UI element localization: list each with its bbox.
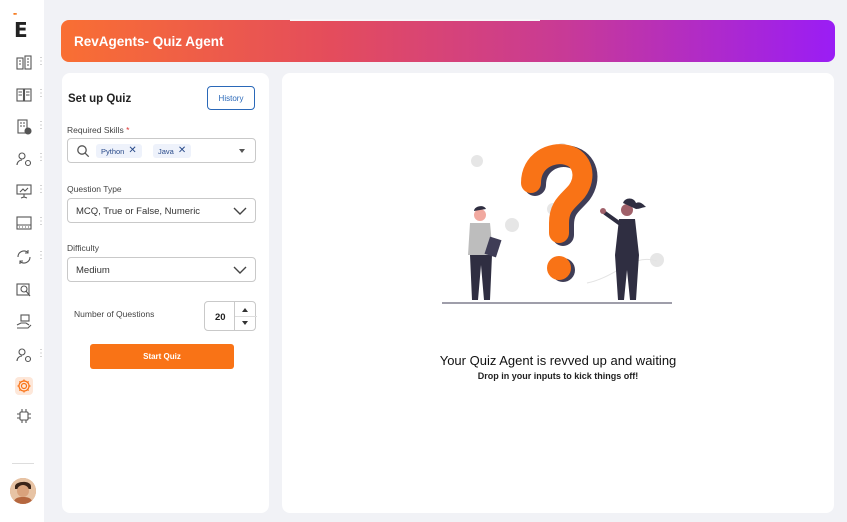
dropdown-caret-icon[interactable] [239,149,245,153]
difficulty-label: Difficulty [67,243,99,253]
empty-state-subtitle: Drop in your inputs to kick things off! [477,371,639,381]
menu-dots-icon[interactable]: ⋮ [36,151,46,165]
decrement-arrow-icon[interactable] [242,321,248,325]
skill-chip-java: Java ✕ [153,144,192,158]
chip-remove-icon[interactable]: ✕ [128,146,136,156]
app-header: RevAgents- Quiz Agent [61,20,835,62]
stepper-arrows [234,302,257,330]
user-gear-icon [16,348,32,363]
question-mark-illustration [442,143,672,304]
quantity-stepper[interactable]: 20 [204,301,257,331]
history-button[interactable]: History [207,86,255,110]
presentation-chart-icon [16,184,32,199]
sidebar-item-payments[interactable] [0,310,44,334]
sidebar-item-office[interactable]: ⋮ [0,115,46,139]
question-type-select[interactable]: MCQ, True or False, Numeric [67,198,256,223]
num-questions-label: Number of Questions [74,309,155,319]
document-search-icon [16,283,31,297]
sidebar-item-presentations[interactable]: ⋮ [0,179,46,203]
sidebar-item-user-admin[interactable]: ⋮ [0,343,46,367]
server-rack-icon [16,216,32,230]
quiz-setup-panel: Set up Quiz History Required Skills * Py… [62,73,269,513]
sidebar-divider [12,463,34,464]
chip-label: Python [101,146,125,156]
sidebar-item-documents[interactable] [0,278,44,302]
menu-dots-icon[interactable]: ⋮ [36,347,46,361]
office-settings-icon [17,119,32,135]
sidebar-item-servers[interactable]: ⋮ [0,211,46,235]
sidebar-item-settings[interactable] [0,374,44,398]
sidebar-item-ai[interactable] [0,404,44,428]
avatar-image [10,478,36,504]
sidebar: '''''' E ⋮ ⋮ ⋮ ⋮ ⋮ ⋮ ⋮ ⋮ [0,0,46,522]
refresh-hand-icon [17,250,31,264]
sidebar-item-refresh[interactable]: ⋮ [0,245,46,269]
chip-remove-icon[interactable]: ✕ [178,146,186,156]
menu-dots-icon[interactable]: ⋮ [36,119,46,133]
skills-multiselect[interactable]: Python ✕ Java ✕ [67,138,256,163]
skills-label-text: Required Skills [67,125,124,135]
difficulty-select[interactable]: Medium [67,257,256,282]
skill-chip-python: Python ✕ [96,144,142,158]
question-type-label: Question Type [67,184,122,194]
gear-icon [15,377,33,395]
user-settings-icon [16,152,32,167]
book-open-icon [16,88,32,102]
page-title: RevAgents- Quiz Agent [74,34,224,49]
chevron-down-icon [233,266,247,274]
sidebar-item-buildings[interactable]: ⋮ [0,51,46,75]
chevron-down-icon [233,207,247,215]
menu-dots-icon[interactable]: ⋮ [36,87,46,101]
difficulty-value: Medium [76,265,110,276]
menu-dots-icon[interactable]: ⋮ [36,215,46,229]
skills-label: Required Skills * [67,125,129,135]
increment-arrow-icon[interactable] [242,308,248,312]
sidebar-item-users[interactable]: ⋮ [0,147,46,171]
setup-title: Set up Quiz [68,93,132,105]
stepper-divider [235,316,257,317]
num-questions-value[interactable]: 20 [215,312,226,323]
sidebar-item-library[interactable]: ⋮ [0,83,46,107]
menu-dots-icon[interactable]: ⋮ [36,55,46,69]
app-logo[interactable]: '''''' E [10,12,38,42]
logo-letter: E [14,18,28,42]
header-top-strip [290,19,540,21]
empty-state-title: Your Quiz Agent is revved up and waiting [439,353,677,368]
building-icon [16,55,32,70]
required-mark: * [126,125,130,135]
avatar[interactable] [10,478,36,504]
hand-coin-icon [16,314,32,329]
question-type-value: MCQ, True or False, Numeric [76,206,201,217]
start-quiz-button[interactable]: Start Quiz [90,344,234,369]
quiz-output-panel: Your Quiz Agent is revved up and waiting… [282,73,834,513]
chip-label: Java [158,146,174,156]
menu-dots-icon[interactable]: ⋮ [36,183,46,197]
menu-dots-icon[interactable]: ⋮ [36,249,46,263]
brain-chip-icon [17,409,31,423]
search-icon [77,145,90,158]
